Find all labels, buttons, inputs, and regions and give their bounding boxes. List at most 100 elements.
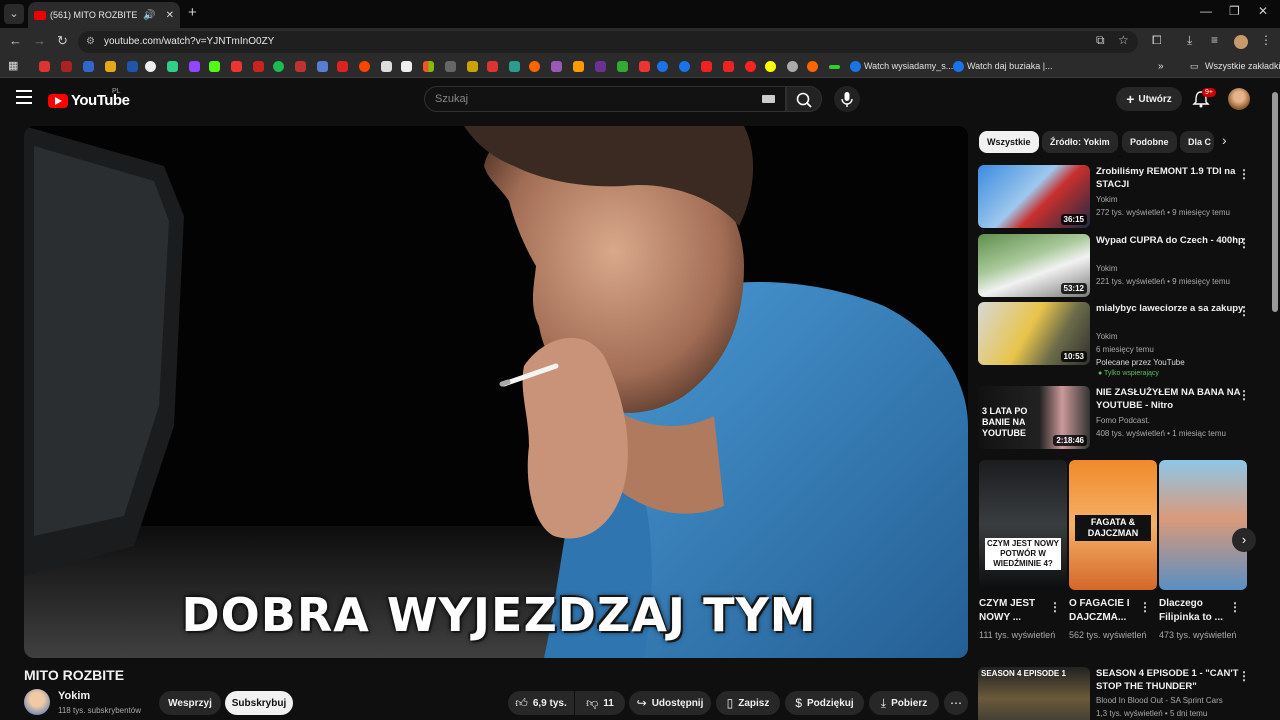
recommendation-item[interactable]: SEASON 4 EPISODE 1 SEASON 4 EPISODE 1 - … <box>978 667 1263 720</box>
bookmark-icon[interactable] <box>337 61 348 72</box>
bookmark-icon[interactable] <box>487 61 498 72</box>
chip-all[interactable]: Wszystkie <box>979 131 1039 153</box>
channel-name[interactable]: Yokim <box>1096 195 1118 204</box>
bookmark-icon[interactable] <box>317 61 328 72</box>
video-title[interactable]: SEASON 4 EPISODE 1 - "CAN'T STOP THE THU… <box>1096 667 1246 693</box>
more-options-icon[interactable]: ⋮ <box>1238 388 1250 402</box>
video-thumbnail[interactable]: 3 LATA PO BANIE NA YOUTUBE 2:18:46 <box>978 386 1090 449</box>
short-thumbnail[interactable] <box>1159 460 1247 590</box>
like-button[interactable]: 👍︎ 6,9 tys. <box>508 691 574 715</box>
video-title[interactable]: mialybyc laweciorze a sa zakupy <box>1096 302 1246 315</box>
support-button[interactable]: Wesprzyj <box>159 691 221 715</box>
chip-similar[interactable]: Podobne <box>1122 131 1177 153</box>
tab-search-button[interactable]: ⌄ <box>4 4 24 24</box>
spotify-icon[interactable] <box>273 61 284 72</box>
bookmark-icon[interactable] <box>595 61 606 72</box>
more-options-icon[interactable]: ⋮ <box>1049 600 1061 614</box>
chevron-right-icon[interactable]: › <box>1232 528 1256 552</box>
youtube-logo[interactable]: YouTube PL <box>48 88 130 109</box>
video-thumbnail[interactable]: 10:53 <box>978 302 1090 365</box>
back-icon[interactable]: ← <box>9 33 22 48</box>
close-window-icon[interactable]: ✕ <box>1258 4 1268 18</box>
bookmark-watch-daj-buziaka[interactable]: Watch daj buziaka |... <box>967 61 1053 71</box>
bookmark-icon[interactable] <box>745 61 756 72</box>
browser-tab[interactable]: (561) MITO ROZBITE - YouT 🔊 ✕ <box>28 2 180 28</box>
bookmark-icon[interactable] <box>723 61 734 72</box>
video-title[interactable]: NIE ZASŁUŻYŁEM NA BANA NA YOUTUBE - Nitr… <box>1096 386 1246 412</box>
video-thumbnail[interactable]: SEASON 4 EPISODE 1 <box>978 667 1090 720</box>
more-options-icon[interactable]: ⋮ <box>1139 600 1151 614</box>
short-title[interactable]: CZYM JEST NOWY ... <box>979 597 1053 625</box>
bookmark-icon[interactable] <box>167 61 178 72</box>
bookmark-icon[interactable] <box>551 61 562 72</box>
amazon-icon[interactable] <box>573 61 584 72</box>
bookmark-icon[interactable] <box>295 61 306 72</box>
media-icon[interactable]: ≡ <box>1211 33 1218 47</box>
bookmark-icon[interactable] <box>657 61 668 72</box>
page-scrollbar[interactable] <box>1270 78 1280 720</box>
video-thumbnail[interactable]: 53:12 <box>978 234 1090 297</box>
bookmark-icon[interactable] <box>509 61 520 72</box>
bookmark-watch-wysiadamy[interactable]: Watch wysiadamy_s... <box>864 61 953 71</box>
profile-avatar[interactable] <box>1234 35 1248 49</box>
short-thumbnail[interactable]: CZYM JEST NOWY POTWÓR W WIEDŹMINIE 4? <box>979 460 1067 590</box>
download-button[interactable]: ⤓ Pobierz <box>869 691 939 715</box>
download-icon[interactable]: ⤓ <box>1187 33 1192 48</box>
download-bookmark-icon[interactable] <box>401 61 412 72</box>
save-button[interactable]: ▯ Zapisz <box>716 691 780 715</box>
bookmark-icon[interactable] <box>445 61 456 72</box>
channel-name[interactable]: Yokim <box>1096 264 1118 273</box>
close-tab-icon[interactable]: ✕ <box>166 10 174 21</box>
channel-avatar[interactable] <box>24 689 50 715</box>
voice-search-button[interactable] <box>834 86 860 112</box>
bookmark-icon[interactable] <box>127 61 138 72</box>
bookmark-icon[interactable] <box>850 61 861 72</box>
bookmark-icon[interactable] <box>83 61 94 72</box>
search-button[interactable] <box>786 86 822 112</box>
bookmark-icon[interactable] <box>467 61 478 72</box>
all-bookmarks[interactable]: Wszystkie zakładki <box>1205 61 1280 71</box>
more-options-icon[interactable]: ⋮ <box>1238 304 1250 318</box>
short-thumbnail[interactable]: FAGATA & DAJCZMAN <box>1069 460 1157 590</box>
restore-icon[interactable]: ❐ <box>1229 4 1240 18</box>
thanks-button[interactable]: $ Podziękuj <box>785 691 864 715</box>
bookmark-icon[interactable] <box>381 61 392 72</box>
channel-name[interactable]: Yokim <box>58 690 90 702</box>
chevron-right-icon[interactable]: › <box>1222 132 1227 148</box>
bookmark-icon[interactable] <box>105 61 116 72</box>
subscribe-button[interactable]: Subskrybuj <box>225 691 293 715</box>
bookmark-icon[interactable] <box>231 61 242 72</box>
speaker-icon[interactable]: 🔊 <box>143 10 155 21</box>
channel-name[interactable]: Yokim <box>1096 332 1118 341</box>
more-bookmarks-icon[interactable]: » <box>1158 61 1164 72</box>
minimize-icon[interactable]: — <box>1200 4 1212 18</box>
recommendation-item[interactable]: 36:15 Zrobiliśmy REMONT 1.9 TDI na STACJ… <box>978 165 1263 229</box>
channel-name[interactable]: Blood In Blood Out - SA Sprint Cars <box>1096 696 1223 705</box>
bookmark-icon[interactable] <box>765 61 776 72</box>
recommendation-item[interactable]: 53:12 Wypad CUPRA do Czech - 400hp Yokim… <box>978 234 1263 298</box>
video-thumbnail[interactable]: 36:15 <box>978 165 1090 228</box>
twitch-icon[interactable] <box>189 61 200 72</box>
more-options-icon[interactable]: ⋮ <box>1229 600 1241 614</box>
bookmark-icon[interactable] <box>145 61 156 72</box>
account-avatar[interactable] <box>1228 88 1250 110</box>
more-actions-button[interactable]: ⋯ <box>944 691 968 715</box>
menu-icon[interactable] <box>16 90 32 104</box>
bookmark-icon[interactable] <box>617 61 628 72</box>
keyboard-icon[interactable] <box>762 95 775 103</box>
bookmark-icon[interactable] <box>679 61 690 72</box>
reload-icon[interactable]: ↻ <box>57 33 68 49</box>
share-button[interactable]: ↪ Udostępnij <box>629 691 711 715</box>
create-button[interactable]: + Utwórz <box>1116 87 1182 111</box>
short-title[interactable]: O FAGACIE I DAJCZMA... <box>1069 597 1143 625</box>
video-title[interactable]: Zrobiliśmy REMONT 1.9 TDI na STACJI <box>1096 165 1246 191</box>
search-input[interactable]: Szukaj <box>424 86 786 112</box>
site-info-icon[interactable]: ⚙ <box>86 31 95 53</box>
channel-name[interactable]: Fomo Podcast. <box>1096 416 1150 425</box>
video-player[interactable] <box>24 126 968 658</box>
new-tab-button[interactable]: + <box>188 4 197 21</box>
dislike-button[interactable]: 👎︎ 11 <box>575 691 625 715</box>
microsoft-icon[interactable] <box>423 61 434 72</box>
bookmark-icon[interactable] <box>829 65 840 69</box>
short-title[interactable]: Dlaczego Filipinka to ... <box>1159 597 1233 625</box>
